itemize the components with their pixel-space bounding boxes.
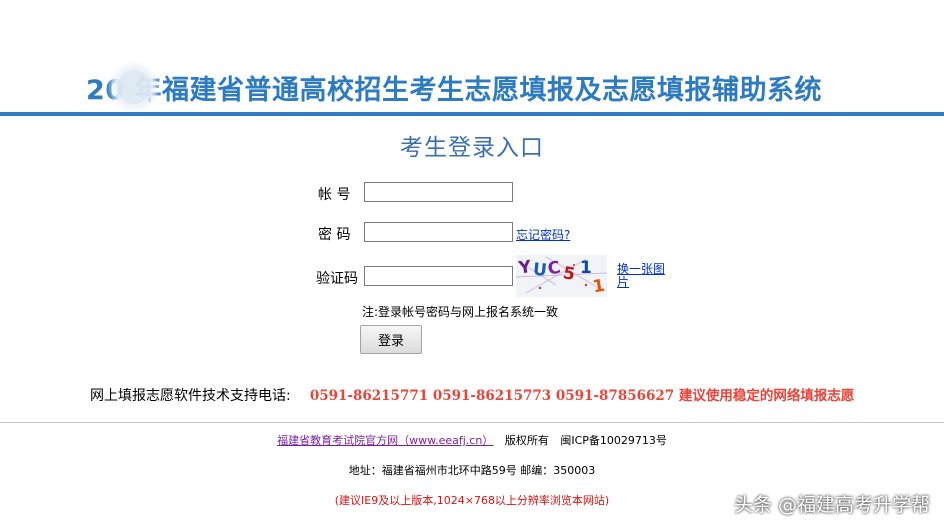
password-label: 密 码 bbox=[318, 227, 351, 243]
account-input[interactable] bbox=[364, 182, 513, 202]
forgot-password-link[interactable]: 忘记密码? bbox=[516, 226, 570, 243]
support-label: 网上填报志愿软件技术支持电话: bbox=[90, 388, 291, 404]
svg-text:U: U bbox=[532, 260, 548, 281]
account-label: 帐 号 bbox=[318, 187, 351, 203]
captcha-image: Y U C 5 1 1 bbox=[515, 255, 608, 297]
support-line: 网上填报志愿软件技术支持电话: 0591-86215771 0591-86215… bbox=[90, 384, 854, 405]
watermark: 头条 @福建高考升学帮 bbox=[733, 494, 930, 516]
org-website-link[interactable]: 福建省教育考试院官方网（www.eeafj.cn） bbox=[277, 434, 493, 447]
login-title: 考生登录入口 bbox=[400, 135, 544, 161]
copyright-text: 版权所有 bbox=[504, 434, 549, 447]
footer-divider bbox=[0, 422, 944, 423]
captcha-label: 验证码 bbox=[316, 271, 358, 287]
password-input[interactable] bbox=[364, 222, 513, 242]
header-divider bbox=[0, 112, 944, 116]
footer-address: 地址：福建省福州市北环中路59号 邮编：350003 bbox=[348, 464, 596, 477]
page-title: 20 年福建省普通高校招生考生志愿填报及志愿填报辅助系统 bbox=[86, 75, 822, 106]
captcha-input[interactable] bbox=[364, 266, 513, 286]
svg-text:1: 1 bbox=[580, 258, 592, 278]
refresh-captcha-link[interactable]: 换一张图片 bbox=[617, 263, 669, 289]
footer-copyright-row: 福建省教育考试院官方网（www.eeafj.cn） 版权所有 闽ICP备1002… bbox=[0, 432, 944, 448]
support-phones: 0591-86215771 0591-86215773 0591-8785662… bbox=[309, 388, 855, 404]
icp-text: 闽ICP备10029713号 bbox=[560, 434, 667, 447]
login-button[interactable]: 登录 bbox=[360, 325, 422, 354]
login-note: 注:登录帐号密码与网上报名系统一致 bbox=[362, 305, 559, 319]
blurred-year-digits bbox=[117, 70, 151, 104]
